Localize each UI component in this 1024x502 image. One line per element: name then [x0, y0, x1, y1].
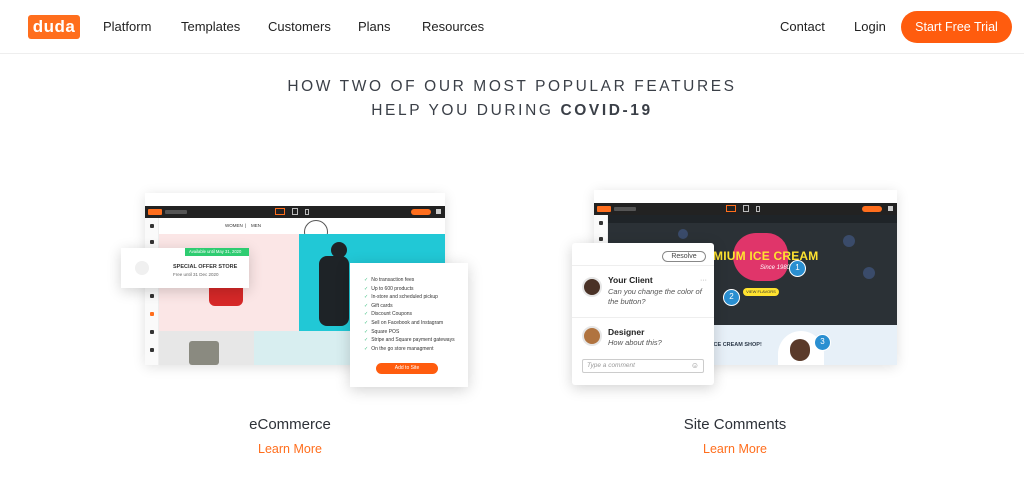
tablet-icon [292, 208, 298, 215]
comment-item-designer: Designer How about this? [572, 319, 714, 355]
view-flavors-button: VIEW FLAVORS [743, 288, 779, 296]
heading-line-2-bold: COVID-19 [560, 102, 653, 119]
heading-line-2-text: HELP YOU DURING [371, 102, 561, 119]
tablet-icon [743, 205, 749, 212]
nav-login[interactable]: Login [854, 19, 886, 34]
mobile-icon [305, 209, 309, 215]
client-name: Your Client [608, 275, 653, 285]
emoji-icon[interactable]: ☺ [691, 361, 699, 370]
client-avatar [582, 277, 602, 297]
offer-badge-text: Available until May 31, 2020 [189, 249, 242, 254]
shop-heading: ICE CREAM SHOP! [712, 342, 762, 348]
resolve-button[interactable]: Resolve [662, 251, 706, 262]
feature-item: ✓ Stripe and Square payment gateways [364, 337, 455, 344]
offer-title: SPECIAL OFFER STORE [173, 264, 238, 270]
nav-plans[interactable]: Plans [358, 19, 391, 34]
ecommerce-learn-more-link[interactable]: Learn More [190, 442, 390, 456]
desktop-icon [726, 205, 736, 212]
designer-comment: How about this? [608, 338, 662, 347]
publish-pill [862, 206, 882, 212]
offer-subtitle: Free until 31 Dec 2020 [173, 272, 219, 277]
site-nav-women: WOMEN [225, 223, 243, 228]
special-offer-card[interactable]: Available until May 31, 2020 SPECIAL OFF… [121, 248, 249, 288]
site-comments-learn-more-link[interactable]: Learn More [635, 442, 835, 456]
site-nav-men: MEN [251, 223, 261, 228]
comment-input[interactable]: Type a comment ☺ [582, 359, 704, 373]
heading-line-2: HELP YOU DURING COVID-19 [0, 99, 1024, 123]
feature-item: ✓ On the go store managment [364, 345, 434, 352]
feature-item: ✓ Square POS [364, 328, 400, 335]
comment-item-client: Your Client Can you change the color of … [572, 267, 714, 317]
feature-item: ✓ In-store and scheduled pickup [364, 294, 438, 301]
product-thumb-1 [159, 331, 254, 365]
start-free-trial-button[interactable]: Start Free Trial [901, 11, 1012, 43]
nav-resources[interactable]: Resources [422, 19, 484, 34]
feature-item: ✓ Up to 600 products [364, 285, 414, 292]
site-comments-title: Site Comments [683, 416, 787, 433]
nav-customers[interactable]: Customers [268, 19, 331, 34]
comment-marker-2[interactable]: 2 [723, 289, 740, 306]
site-topbar [608, 215, 897, 223]
mini-duda-logo [597, 206, 611, 212]
ecommerce-title: eCommerce [249, 416, 331, 433]
person-silhouette [319, 256, 349, 326]
publish-pill [411, 209, 431, 215]
ecommerce-features-card: ✓ No transaction fees ✓ Up to 600 products… [350, 263, 468, 387]
feature-item: ✓ Discount Coupons [364, 311, 413, 318]
home-icon [888, 206, 893, 211]
feature-item: ✓ Sell on Facebook and Instagram [364, 319, 444, 326]
hero-subheading: Since 1980 [760, 265, 791, 271]
mobile-icon [756, 206, 760, 212]
store-icon [135, 261, 149, 275]
comment-marker-3[interactable]: 3 [814, 334, 831, 351]
editor-toolbar [594, 203, 897, 215]
client-comment: Can you change the color of the button? [608, 287, 702, 306]
designer-avatar [582, 326, 602, 346]
comment-input-placeholder: Type a comment [587, 362, 635, 369]
comment-marker-1[interactable]: 1 [789, 260, 806, 277]
window-dots [600, 196, 621, 209]
duda-logo[interactable]: duda [28, 15, 80, 39]
desktop-icon [275, 208, 285, 215]
nav-platform[interactable]: Platform [103, 19, 151, 34]
nav-contact[interactable]: Contact [780, 19, 825, 34]
mini-duda-logo [148, 209, 162, 215]
feature-item: ✓ No transaction fees [364, 277, 415, 283]
features-list: ✓ No transaction fees ✓ Up to 600 products… [364, 277, 455, 354]
heading-line-1: HOW TWO OF OUR MOST POPULAR FEATURES [287, 78, 737, 95]
home-icon [436, 209, 441, 214]
editor-sidebar [145, 218, 159, 365]
section-heading: HOW TWO OF OUR MOST POPULAR FEATURES HEL… [0, 75, 1024, 123]
add-to-site-button[interactable]: Add to Site [376, 363, 438, 374]
comment-thread-panel: Resolve Your Client Can you change the c… [572, 243, 714, 385]
designer-name: Designer [608, 327, 645, 337]
top-navbar: duda Platform Templates Customers Plans … [0, 0, 1024, 54]
window-dots [151, 199, 172, 212]
site-header: WOMEN | MEN [159, 218, 445, 244]
more-icon[interactable]: ··· [700, 277, 707, 284]
offer-badge: Available until May 31, 2020 [185, 248, 249, 256]
editor-toolbar [145, 206, 445, 218]
feature-item: ✓ Gift cards [364, 302, 393, 309]
nav-templates[interactable]: Templates [181, 19, 240, 34]
